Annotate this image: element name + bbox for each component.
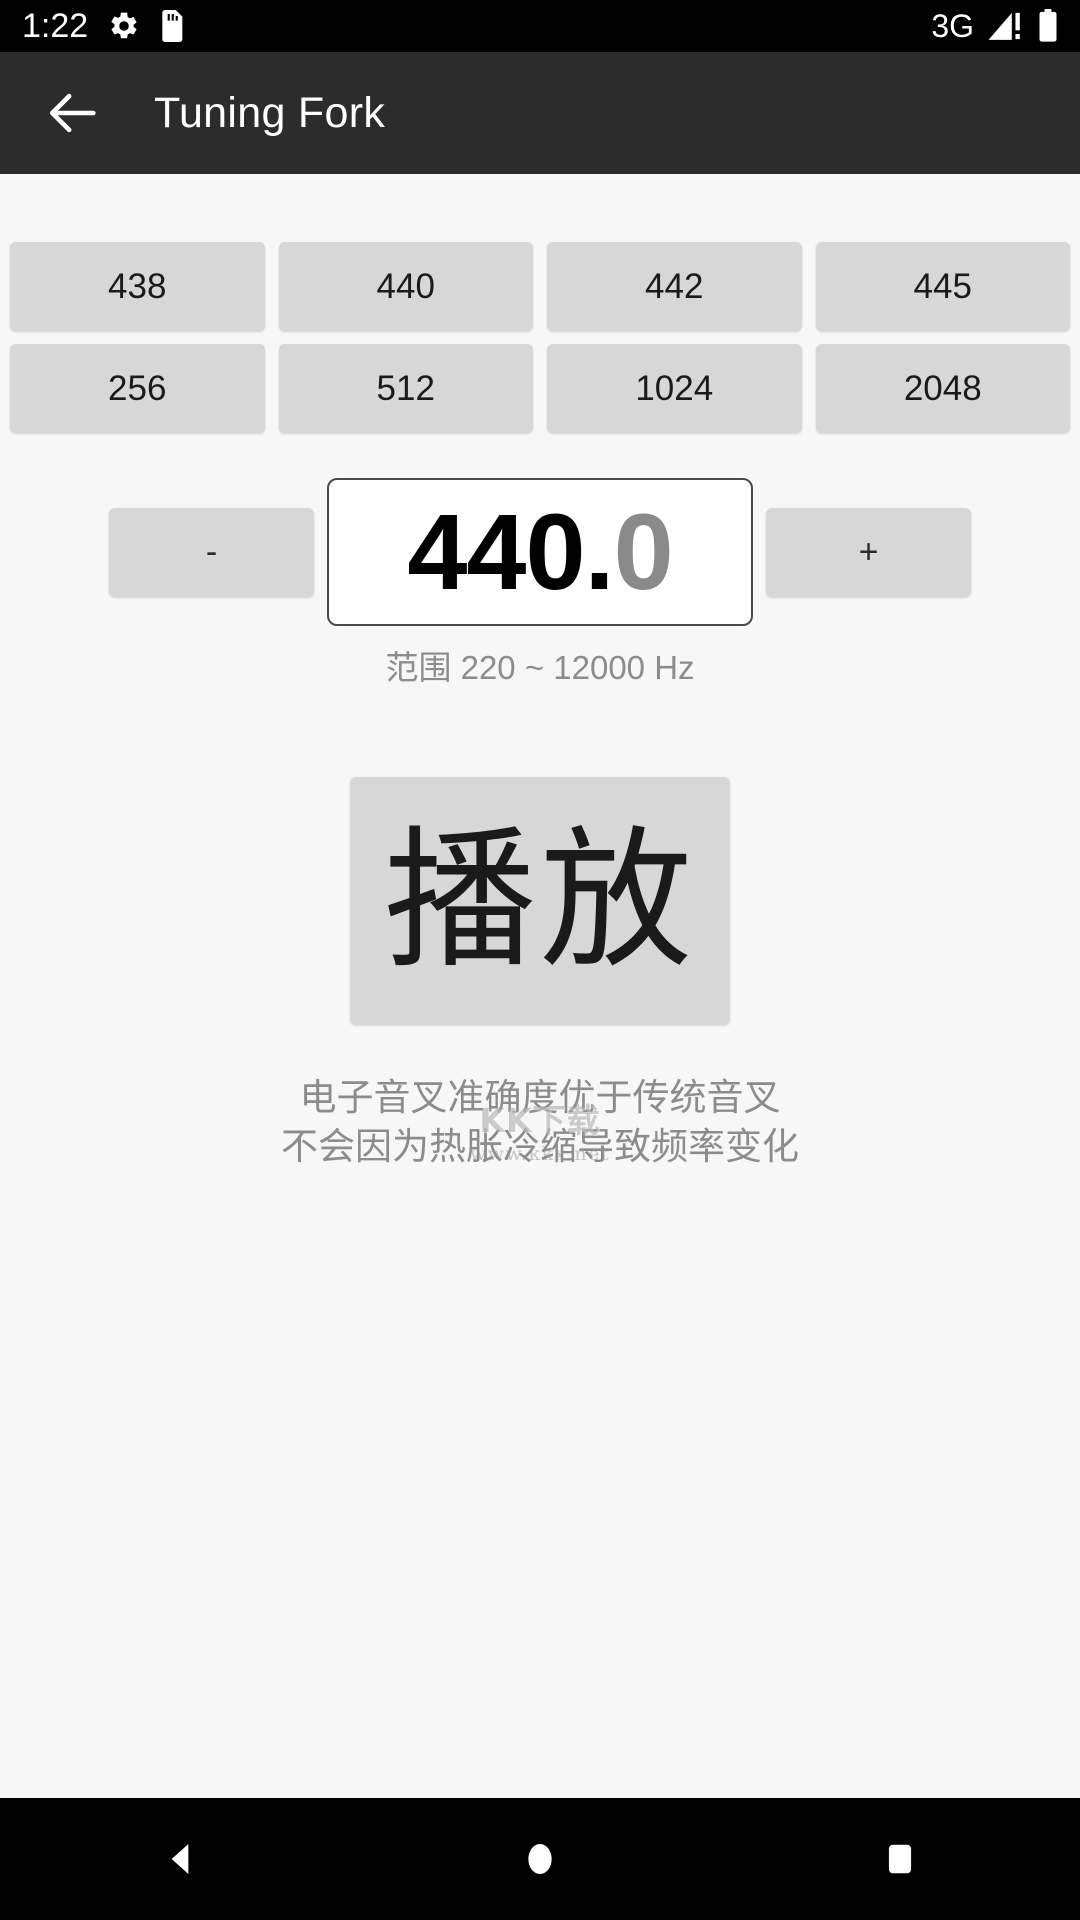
preset-frequency-grid: 438 440 442 445 256 512 1024 2048 <box>0 174 1080 433</box>
status-bar-left: 1:22 <box>22 7 186 46</box>
preset-button-438[interactable]: 438 <box>10 242 265 331</box>
preset-row-tuning: 438 440 442 445 <box>10 242 1070 331</box>
status-bar-right: 3G <box>931 8 1058 45</box>
app-bar: Tuning Fork <box>0 52 1080 174</box>
preset-button-442[interactable]: 442 <box>547 242 802 331</box>
gear-icon <box>108 10 140 42</box>
status-bar: 1:22 3G <box>0 0 1080 52</box>
status-clock: 1:22 <box>22 6 89 45</box>
description-text: 电子音叉准确度优于传统音叉 不会因为热胀冷缩导致频率变化 <box>0 1075 1080 1171</box>
frequency-input[interactable]: 440. 0 <box>327 478 753 626</box>
play-button[interactable]: 播放 <box>350 777 730 1025</box>
description-line-1: 电子音叉准确度优于传统音叉 <box>299 1076 781 1119</box>
battery-icon <box>1038 9 1058 43</box>
frequency-value: 440. 0 <box>407 491 674 612</box>
frequency-integer-part: 440 <box>407 491 585 612</box>
preset-button-2048[interactable]: 2048 <box>815 344 1070 433</box>
preset-button-256[interactable]: 256 <box>10 344 265 433</box>
frequency-stepper-row: - 440. 0 + <box>0 477 1080 627</box>
frequency-decimal-separator: . <box>584 491 615 612</box>
phone-screen: 1:22 3G Tuning Fork 438 440 442 445 256 … <box>0 0 1080 1920</box>
main-content: 438 440 442 445 256 512 1024 2048 - 440.… <box>0 174 1080 1798</box>
back-arrow-icon[interactable] <box>38 77 110 149</box>
play-button-label: 播放 <box>384 812 696 989</box>
preset-button-445[interactable]: 445 <box>815 242 1070 331</box>
decrement-button[interactable]: - <box>109 507 314 597</box>
play-button-wrap: 播放 <box>0 777 1080 1025</box>
frequency-decimal-part: 0 <box>613 491 674 612</box>
nav-recents-square-icon[interactable] <box>840 1799 960 1919</box>
preset-button-1024[interactable]: 1024 <box>547 344 802 433</box>
increment-button[interactable]: + <box>766 507 971 597</box>
nav-home-circle-icon[interactable] <box>480 1799 600 1919</box>
signal-warning-icon <box>986 10 1026 42</box>
frequency-range-label: 范围 220 ~ 12000 Hz <box>385 649 695 686</box>
preset-row-octaves: 256 512 1024 2048 <box>10 344 1070 433</box>
preset-button-512[interactable]: 512 <box>278 344 533 433</box>
description-line-2: 不会因为热胀冷缩导致频率变化 <box>281 1125 799 1169</box>
network-type-label: 3G <box>931 7 974 44</box>
preset-button-440[interactable]: 440 <box>278 242 533 331</box>
system-nav-bar <box>0 1798 1080 1920</box>
sd-card-icon <box>160 10 186 42</box>
page-title: Tuning Fork <box>154 88 386 137</box>
nav-back-triangle-icon[interactable] <box>120 1799 240 1919</box>
